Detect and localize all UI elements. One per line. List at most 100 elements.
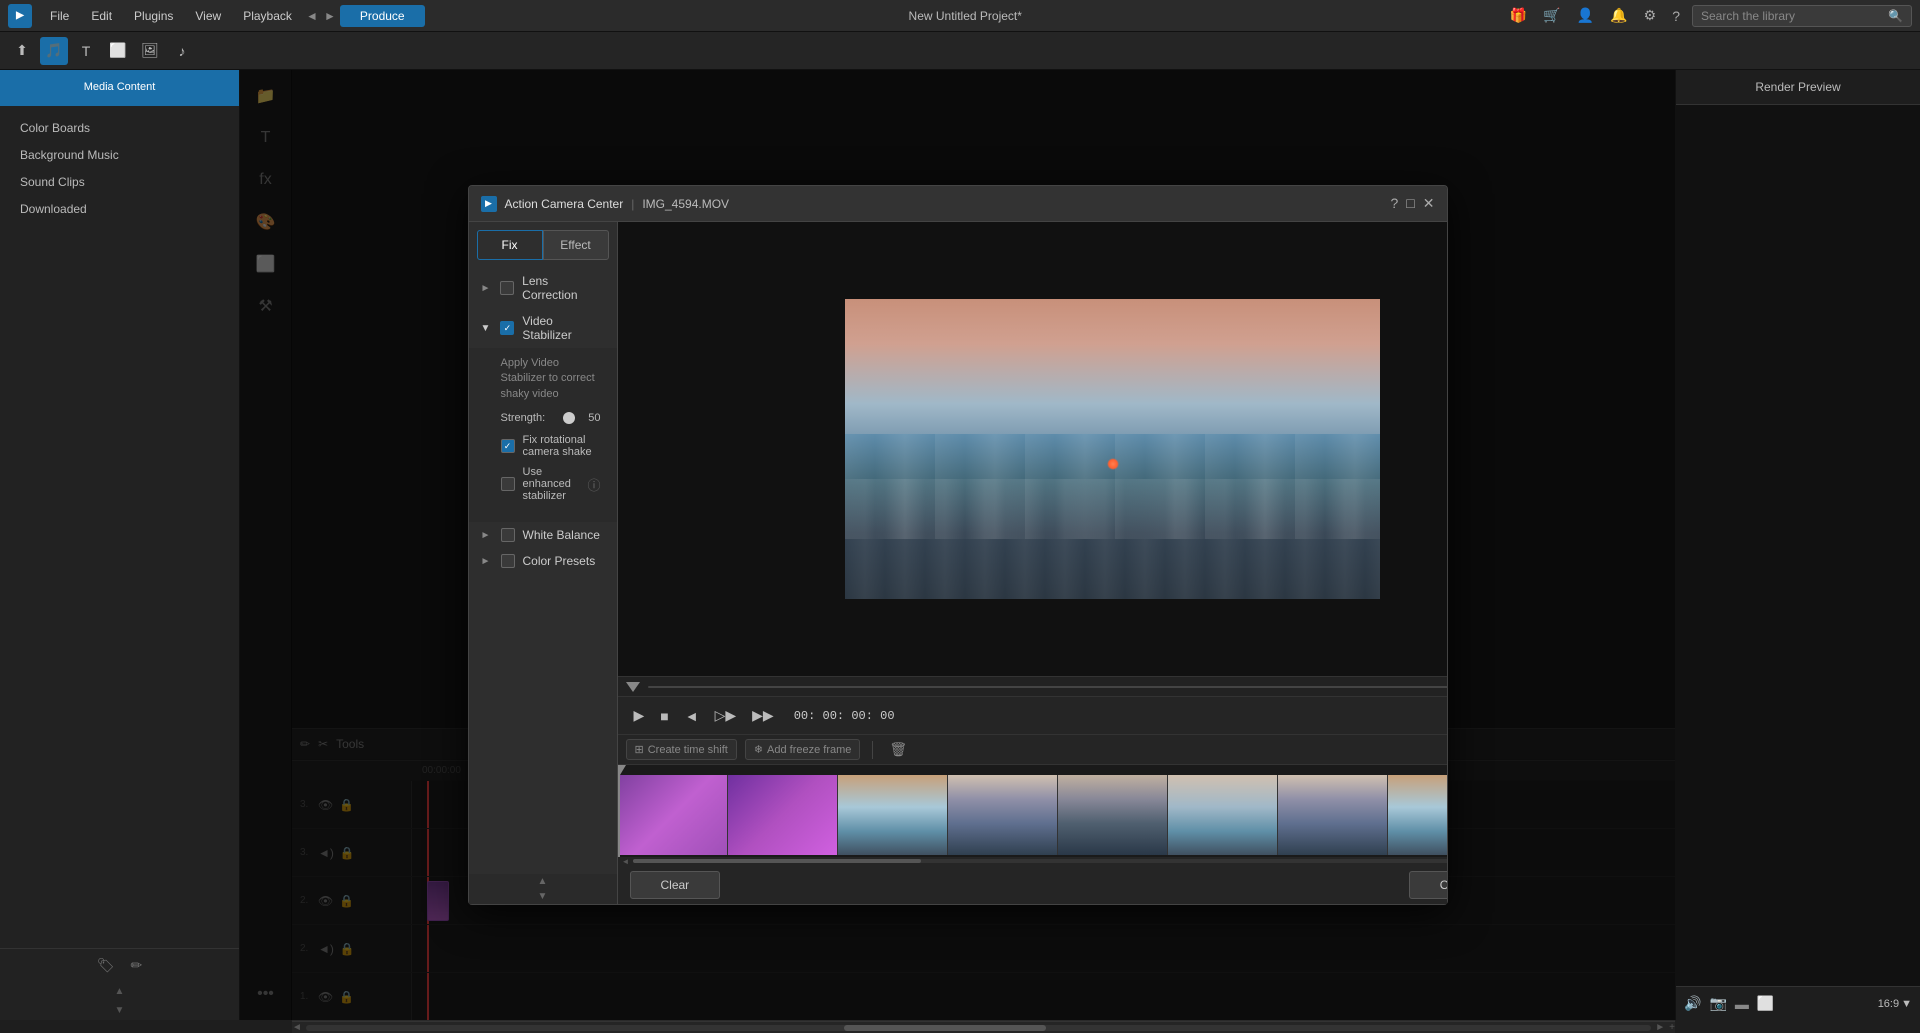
sky-layer [845, 299, 1380, 449]
toolbar-icons-right: 🎁 🛒 👤 🔔 ⚙ ? Search the library 🔍 [1506, 5, 1912, 27]
fix-scroll-down-icon[interactable]: ▼ [538, 891, 548, 902]
film-scroll-track[interactable] [633, 859, 1446, 863]
import-icon[interactable]: ⬆ [8, 37, 36, 65]
white-balance-header[interactable]: ► White Balance [469, 522, 617, 548]
step-forward-button[interactable]: ▷▶ [711, 705, 741, 726]
white-balance-checkbox[interactable] [501, 528, 515, 542]
scroll-right-btn[interactable]: ► [1655, 1022, 1665, 1033]
tab-media-content[interactable]: Media Content [0, 70, 239, 106]
stop-button[interactable]: ■ [656, 706, 672, 726]
center-content: 📁 T fx 🎨 ⬜ ⚒ ••• 00:00:00 3. 👁 [240, 70, 1675, 1020]
enhanced-info-icon[interactable]: ⓘ [587, 475, 600, 494]
lens-correction-header[interactable]: ► Lens Correction [469, 268, 617, 308]
rp-audio-icon[interactable]: 🔊 [1684, 995, 1701, 1012]
title-icon[interactable]: T [72, 37, 100, 65]
settings-icon[interactable]: ⚙ [1640, 5, 1661, 26]
sun-element [1107, 458, 1119, 470]
help-icon[interactable]: ? [1668, 6, 1684, 26]
menu-edit[interactable]: Edit [81, 5, 122, 27]
audio-icon[interactable]: ♪ [168, 37, 196, 65]
modal-help-btn[interactable]: ? [1391, 195, 1399, 212]
nav-back-icon[interactable]: ◄ [304, 9, 320, 23]
fast-forward-button[interactable]: ▶▶ [748, 705, 778, 726]
rp-camera-icon[interactable]: 📷 [1709, 995, 1726, 1012]
add-freeze-frame-btn[interactable]: ❄ Add freeze frame [745, 739, 861, 760]
edit-icon[interactable]: ✏ [131, 957, 143, 974]
fix-rotational-label: Fix rotational camera shake [523, 434, 601, 458]
nav-sound-clips[interactable]: Sound Clips [4, 169, 235, 195]
video-stabilizer-checkbox[interactable] [500, 321, 514, 335]
film-scroll-left[interactable]: ◄ [622, 857, 630, 866]
menu-playback[interactable]: Playback [233, 5, 302, 27]
fix-rotational-checkbox[interactable] [501, 439, 515, 453]
scrubber-bar[interactable] [618, 676, 1447, 696]
fix-scroll-area[interactable]: ► Lens Correction ▼ Video Stabilizer [469, 260, 617, 874]
wave-layer [845, 434, 1380, 539]
photo-icon[interactable]: 🖼 [136, 37, 164, 65]
scroll-up-icon[interactable]: ▲ [115, 986, 125, 997]
rp-fullscreen-icon[interactable]: ⬜ [1757, 995, 1774, 1012]
produce-button[interactable]: Produce [340, 5, 425, 27]
ok-button[interactable]: OK [1409, 871, 1447, 899]
color-presets-checkbox[interactable] [501, 554, 515, 568]
filmstrip-playhead [618, 765, 620, 865]
menu-plugins[interactable]: Plugins [124, 5, 183, 27]
nav-background-music[interactable]: Background Music [4, 142, 235, 168]
filmstrip-scrollbar[interactable]: ◄ ► [618, 857, 1447, 865]
stabilizer-arrow-icon: ▼ [481, 323, 493, 334]
filmstrip-marker [618, 765, 626, 775]
horizontal-scrollbar[interactable]: ◄ ► + [292, 1021, 1675, 1033]
lens-correction-checkbox[interactable] [500, 281, 514, 295]
notification-icon[interactable]: 🔔 [1606, 5, 1631, 26]
filmstrip-images [618, 775, 1447, 855]
strength-value: 50 [577, 412, 601, 424]
media-icon[interactable]: 🎵 [40, 37, 68, 65]
scroll-down-icon[interactable]: ▼ [115, 1005, 125, 1016]
lens-correction-label: Lens Correction [522, 274, 604, 302]
fix-tab[interactable]: Fix [477, 230, 543, 260]
play-button[interactable]: ▶ [630, 705, 649, 726]
rp-caption-icon[interactable]: ▬ [1735, 996, 1749, 1012]
fix-effect-tabs: Fix Effect [469, 222, 617, 260]
project-title: New Untitled Project* [909, 9, 1022, 23]
fix-scroll-up-icon[interactable]: ▲ [538, 876, 548, 887]
create-time-shift-btn[interactable]: ⊞ Create time shift [626, 739, 737, 760]
video-stabilizer-header[interactable]: ▼ Video Stabilizer [469, 308, 617, 348]
video-stabilizer-label: Video Stabilizer [522, 314, 604, 342]
aspect-ratio-selector[interactable]: 16:9 ▼ [1878, 998, 1912, 1010]
clear-button[interactable]: Clear [630, 871, 721, 899]
film-frame-5 [1168, 775, 1278, 855]
scroll-track[interactable] [306, 1025, 1651, 1031]
film-frame-6 [1278, 775, 1388, 855]
white-balance-label: White Balance [523, 528, 600, 542]
modal-filename: IMG_4594.MOV [642, 197, 729, 211]
add-track-btn[interactable]: + [1669, 1022, 1675, 1033]
step-back-button[interactable]: ◄ [681, 706, 703, 726]
scroll-thumb[interactable] [844, 1025, 1046, 1031]
modal-close-btn[interactable]: ✕ [1423, 195, 1435, 212]
transition-icon[interactable]: ⬜ [104, 37, 132, 65]
nav-forward-icon[interactable]: ► [322, 9, 338, 23]
menu-view[interactable]: View [185, 5, 231, 27]
scrubber-track[interactable] [648, 686, 1447, 688]
modal-minimize-btn[interactable]: □ [1406, 195, 1414, 212]
lens-arrow-icon: ► [481, 283, 493, 294]
scrubber-playhead[interactable] [626, 682, 640, 692]
enhanced-stabilizer-checkbox[interactable] [501, 477, 515, 491]
search-bar[interactable]: Search the library 🔍 [1692, 5, 1912, 27]
gift-icon[interactable]: 🎁 [1506, 5, 1531, 26]
cart-icon[interactable]: 🛒 [1539, 5, 1564, 26]
delete-clip-btn[interactable]: 🗑 [885, 739, 911, 760]
slider-thumb[interactable] [563, 412, 575, 424]
tag-icon[interactable]: 🏷 [97, 957, 115, 974]
film-scroll-thumb[interactable] [633, 859, 920, 863]
nav-color-boards[interactable]: Color Boards [4, 115, 235, 141]
user-icon[interactable]: 👤 [1573, 5, 1598, 26]
film-frame-4 [1058, 775, 1168, 855]
menu-file[interactable]: File [40, 5, 79, 27]
nav-downloaded[interactable]: Downloaded [4, 196, 235, 222]
color-presets-header[interactable]: ► Color Presets [469, 548, 617, 574]
effect-tab[interactable]: Effect [543, 230, 609, 260]
create-ts-icon: ⊞ [635, 743, 644, 756]
scroll-left-btn[interactable]: ◄ [292, 1022, 302, 1033]
